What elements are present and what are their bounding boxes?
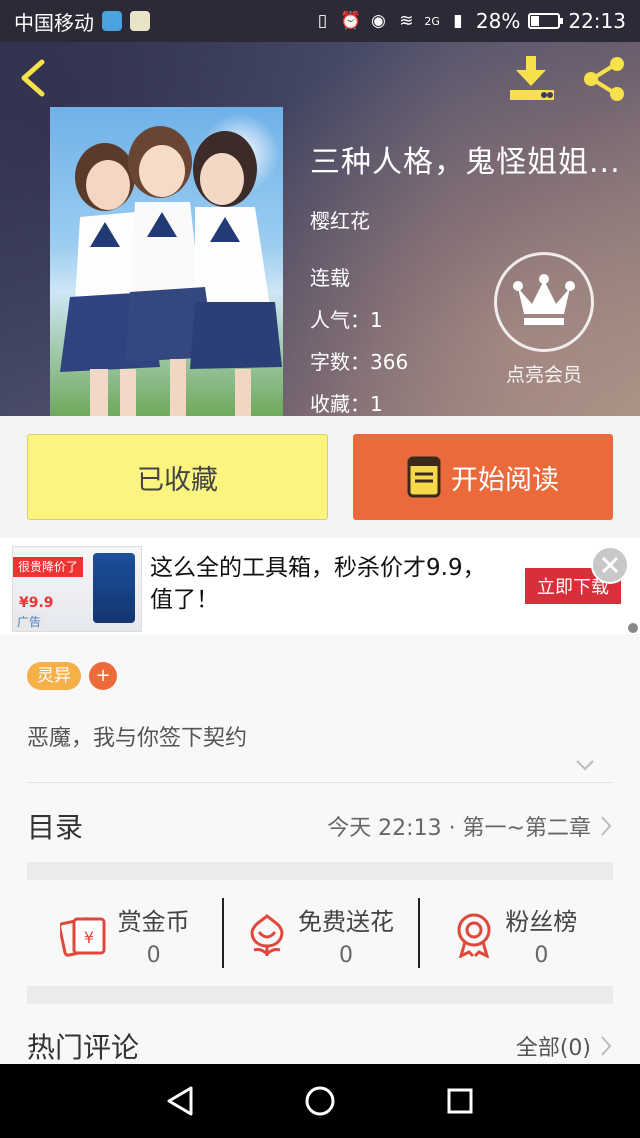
carrier-name: 中国移动	[14, 10, 94, 35]
signal-icon: ▮	[453, 11, 463, 31]
chevron-right-icon	[601, 816, 612, 836]
divider	[27, 782, 613, 783]
book-description: 恶魔，我与你签下契约	[27, 726, 248, 751]
triangle-back-icon	[167, 1086, 193, 1116]
favorited-label: 已收藏	[137, 464, 218, 496]
eye-icon: ◉	[370, 11, 386, 31]
stat-value: 0	[146, 943, 161, 968]
medal-icon	[457, 913, 491, 958]
circle-home-icon	[305, 1086, 335, 1116]
wifi-icon: ≋	[399, 11, 414, 31]
stat-name: 粉丝榜	[505, 908, 578, 936]
drill-icon	[93, 553, 135, 623]
battery-icon	[528, 13, 564, 29]
all-comments-link[interactable]: 全部(0)	[516, 1030, 591, 1062]
ad-badge: 广告	[13, 612, 46, 631]
action-bar: 已收藏 开始阅读	[0, 416, 640, 538]
book-header: 三种人格，鬼怪姐姐... 樱红花 连载 人气：1 字数：366 收藏：1 点亮会…	[0, 42, 640, 416]
nav-home-button[interactable]	[290, 1071, 350, 1131]
close-icon	[601, 556, 619, 574]
book-detail: 灵异 + 恶魔，我与你签下契约 目录 今天 22:13 · 第一~第二章 ¥ 赏…	[0, 634, 640, 1064]
section-separator	[27, 862, 613, 880]
add-tag-button[interactable]: +	[89, 662, 117, 690]
battery-percent: 28%	[475, 9, 521, 33]
toc-latest-update: 今天 22:13 · 第一~第二章	[327, 816, 591, 841]
book-cover-image[interactable]	[50, 107, 283, 416]
download-icon	[510, 56, 554, 100]
vip-label: 点亮会员	[505, 364, 582, 386]
chevron-right-icon	[601, 1036, 612, 1056]
ad-close-button[interactable]	[591, 546, 629, 584]
section-separator	[27, 986, 613, 1004]
nav-back-button[interactable]	[150, 1071, 210, 1131]
red-envelope-icon: ¥	[59, 917, 106, 957]
book-title: 三种人格，鬼怪姐姐...	[310, 145, 621, 180]
genre-tag[interactable]: 灵异	[27, 662, 81, 690]
chevron-down-icon[interactable]	[575, 758, 595, 772]
hot-comments-row[interactable]: 热门评论 全部(0)	[27, 1022, 613, 1070]
ad-image[interactable]: 很贵降价了 ¥9.9 广告	[12, 546, 142, 632]
vibrate-icon: ▯	[317, 11, 328, 31]
free-flower-button[interactable]: 免费送花 0	[222, 880, 417, 990]
book-author[interactable]: 樱红花	[310, 205, 628, 234]
download-button[interactable]	[506, 52, 558, 104]
share-button[interactable]	[580, 54, 630, 104]
ad-image-tag: 很贵降价了	[13, 557, 83, 577]
ad-info-icon[interactable]	[628, 623, 638, 633]
crown-icon	[494, 252, 594, 352]
book-icon	[407, 456, 441, 498]
status-bar: 中国移动 ▯ ⏰ ◉ ≋ 2G ▮ 28% 22:13	[0, 0, 640, 42]
stat-name: 免费送花	[297, 908, 394, 936]
share-icon	[584, 57, 624, 101]
stat-value: 0	[338, 943, 353, 968]
start-reading-button[interactable]: 开始阅读	[353, 434, 613, 520]
support-row: ¥ 赏金币 0 免费送花 0 粉丝榜 0	[27, 880, 613, 990]
ad-text: 这么全的工具箱，秒杀价才9.9，值了！	[150, 555, 486, 613]
vip-member-button[interactable]: 点亮会员	[493, 252, 595, 402]
system-navigation-bar	[0, 1064, 640, 1138]
favorited-button[interactable]: 已收藏	[27, 434, 328, 520]
hot-comments-label: 热门评论	[27, 1031, 140, 1064]
alarm-icon: ⏰	[340, 11, 362, 31]
toc-label: 目录	[27, 811, 84, 844]
flower-icon	[250, 914, 284, 957]
ad-image-price: ¥9.9	[19, 595, 54, 611]
start-reading-label: 开始阅读	[451, 464, 559, 496]
chat-app-icon	[130, 11, 150, 31]
fan-ranking-button[interactable]: 粉丝榜 0	[417, 880, 613, 990]
network-type: 2G	[424, 14, 440, 28]
svg-text:¥: ¥	[84, 928, 94, 947]
stat-name: 赏金币	[117, 908, 190, 936]
back-button[interactable]	[14, 56, 54, 100]
back-arrow-icon	[21, 59, 45, 97]
stat-value: 0	[534, 943, 549, 968]
nav-recents-button[interactable]	[430, 1071, 490, 1131]
clock: 22:13	[568, 9, 626, 33]
shield-app-icon	[102, 11, 122, 31]
table-of-contents-row[interactable]: 目录 今天 22:13 · 第一~第二章	[27, 794, 613, 858]
ad-banner[interactable]: 很贵降价了 ¥9.9 广告 这么全的工具箱，秒杀价才9.9，值了！ 立即下载	[0, 538, 640, 634]
square-recents-icon	[447, 1088, 473, 1114]
reward-coins-button[interactable]: ¥ 赏金币 0	[27, 880, 222, 990]
